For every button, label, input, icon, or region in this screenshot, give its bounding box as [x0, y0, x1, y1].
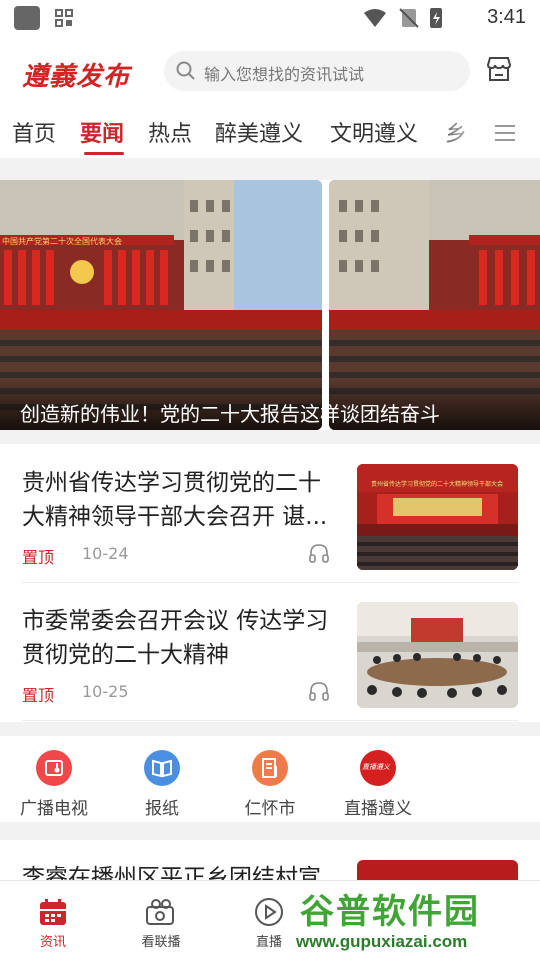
news-title[interactable]: 贵州省传达学习贯彻党的二十大精神领导干部大会召开 谌... [22, 466, 342, 534]
tab-fade [430, 108, 490, 158]
channel-tabs: 首页 要闻 热点 醉美遵义 文明遵义 乡 [0, 108, 540, 158]
tab-news[interactable]: 要闻 [80, 116, 124, 148]
watermark-text: 谷普软件园 [300, 892, 480, 932]
search-placeholder: 输入您想找的资讯试试 [204, 65, 365, 84]
play-icon [255, 898, 283, 926]
carousel-caption: 创造新的伟业！党的二十大报告这样谈团结奋斗 [20, 402, 440, 426]
document-icon [252, 750, 288, 786]
video-camera-icon [146, 899, 174, 925]
meeting-hall-image: 贵州省传达学习贯彻党的二十大精神领导干部大会 [357, 464, 518, 570]
status-bar: 3:41 [0, 0, 540, 36]
pinned-tag: 置顶 [22, 548, 55, 567]
carousel-slide[interactable]: 中国共产党第二十次全国代表大会 [0, 180, 322, 430]
clock: 3:41 [487, 6, 526, 28]
nav-watch-broadcast[interactable]: 看联播 [116, 881, 206, 950]
news-date: 10-25 [82, 682, 129, 701]
news-title[interactable]: 市委常委会召开会议 传达学习贯彻党的二十大精神 [22, 604, 342, 672]
meeting-room-image [357, 602, 518, 708]
congress-banner-text: 中国共产党第二十次全国代表大会 [2, 236, 122, 246]
quick-link-label: 仁怀市 [244, 799, 296, 819]
quick-link-label: 广播电视 [20, 799, 88, 819]
tab-civilized-zunyi[interactable]: 文明遵义 [330, 116, 418, 148]
search-icon [176, 61, 195, 80]
book-icon [144, 750, 180, 786]
news-item[interactable]: 贵州省传达学习贯彻党的二十大精神领导干部大会召开 谌... 置顶 10-24 贵… [0, 464, 540, 604]
quick-link-live-zunyi[interactable]: 直播遵义 直播遵义 [328, 742, 428, 819]
tab-home[interactable]: 首页 [12, 116, 56, 148]
nav-news[interactable]: 资讯 [8, 881, 98, 950]
calendar-icon [40, 899, 66, 925]
zunyi-logo-icon: 直播遵义 [360, 750, 396, 786]
list-separator [22, 720, 518, 721]
banner-carousel[interactable]: 中国共产党第二十次全国代表大会 [0, 180, 540, 430]
thumb-banner-text: 贵州省传达学习贯彻党的二十大精神领导干部大会 [371, 480, 503, 488]
grid-icon [55, 9, 73, 27]
section-divider [0, 430, 540, 444]
news-date: 10-24 [82, 544, 129, 563]
quick-link-newspaper[interactable]: 报纸 [112, 742, 212, 819]
quick-links: 广播电视 报纸 仁怀市 直播遵义 直播遵义 [0, 742, 540, 822]
nav-label: 资讯 [39, 935, 66, 950]
quick-link-radio-tv[interactable]: 广播电视 [4, 742, 104, 819]
search-input[interactable]: 输入您想找的资讯试试 [164, 51, 470, 91]
news-thumbnail[interactable] [357, 602, 518, 708]
app-logo: 遵義发布 [22, 62, 131, 92]
menu-icon[interactable] [495, 124, 515, 142]
nav-label: 看联播 [141, 935, 181, 950]
quick-link-label: 报纸 [145, 799, 179, 819]
system-status-icons [364, 8, 442, 28]
headphones-icon[interactable] [308, 680, 330, 702]
tab-hot[interactable]: 热点 [148, 116, 192, 148]
quick-link-renhuai[interactable]: 仁怀市 [220, 742, 320, 819]
site-watermark: 谷普软件园 www.gupuxiazai.com [296, 882, 540, 960]
section-divider [0, 158, 540, 180]
section-divider [0, 722, 540, 736]
section-divider [0, 822, 540, 840]
app-notification-icon [14, 6, 40, 30]
radio-icon [36, 750, 72, 786]
watermark-url: www.gupuxiazai.com [296, 932, 468, 951]
tab-beautiful-zunyi[interactable]: 醉美遵义 [215, 116, 303, 148]
zunyi-logo-text: 直播遵义 [362, 763, 390, 771]
active-tab-indicator [84, 152, 124, 155]
headphones-icon[interactable] [308, 542, 330, 564]
list-separator [22, 582, 518, 583]
header: 遵義发布 输入您想找的资讯试试 [0, 36, 540, 106]
quick-link-label: 直播遵义 [344, 799, 412, 819]
news-thumbnail[interactable]: 贵州省传达学习贯彻党的二十大精神领导干部大会 [357, 464, 518, 570]
pinned-tag: 置顶 [22, 686, 55, 705]
carousel-slide-next[interactable] [329, 180, 540, 430]
store-icon[interactable] [484, 54, 514, 84]
